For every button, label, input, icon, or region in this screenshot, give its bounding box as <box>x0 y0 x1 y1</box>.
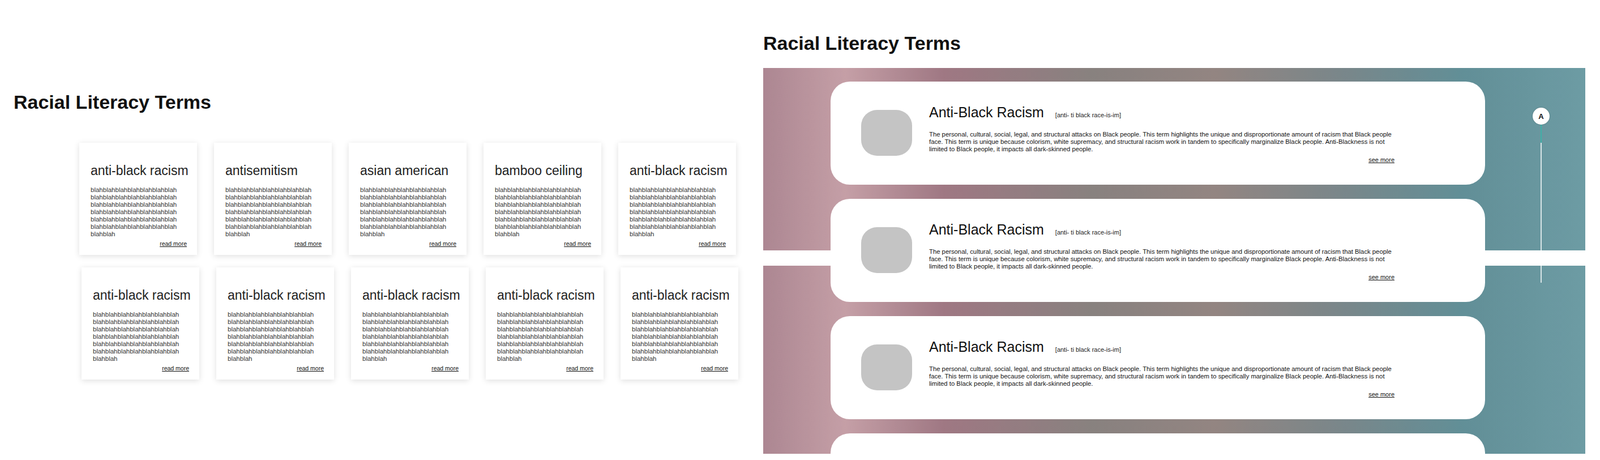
term-body: blahblahblahblahblahblahblahblahblahblah… <box>497 310 584 363</box>
term-body: blahblahblahblahblahblahblahblahblahblah… <box>225 186 312 238</box>
term-entry[interactable] <box>830 433 1486 454</box>
term-title: anti-black racism <box>90 163 187 179</box>
term-card[interactable]: antisemitism blahblahblahblahblahblahblah… <box>214 142 332 255</box>
term-entry[interactable]: Anti-Black Racism [anti- ti black race-is… <box>830 81 1486 185</box>
read-more-link[interactable]: read more <box>698 240 726 247</box>
term-card[interactable]: asian american blahblahblahblahblahblahbl… <box>348 142 467 255</box>
term-body: blahblahblahblahblahblahblahblahblahblah… <box>227 310 315 363</box>
term-title: anti-black racism <box>227 287 324 303</box>
term-title: anti-black racism <box>631 287 729 303</box>
term-body: blahblahblahblahblahblahblahblahblahblah… <box>90 186 178 238</box>
term-card[interactable]: anti-black racism blahblahblahblahblahbla… <box>351 267 469 380</box>
grid-view-panel: Racial Literacy Terms anti-black racism bl… <box>0 0 764 460</box>
term-title: Anti-Black Racism <box>929 221 1045 238</box>
term-title: asian american <box>360 163 457 179</box>
term-body: blahblahblahblahblahblahblahblahblahblah… <box>629 186 717 238</box>
read-more-link[interactable]: read more <box>159 240 187 247</box>
term-list: Anti-Black Racism [anti- ti black race-is… <box>763 67 1586 454</box>
page-title: Racial Literacy Terms <box>13 89 764 115</box>
page-title: Racial Literacy Terms <box>763 30 1600 56</box>
term-row: anti-black racism blahblahblahblahblahbla… <box>79 267 764 380</box>
term-text: Anti-Black Racism [anti- ti black race-is… <box>929 338 1395 398</box>
term-card[interactable]: anti-black racism blahblahblahblahblahbla… <box>620 267 739 380</box>
term-body: blahblahblahblahblahblahblahblahblahblah… <box>360 186 447 238</box>
term-image <box>861 344 913 391</box>
term-title: anti-black racism <box>92 287 190 303</box>
term-heading: Anti-Black Racism [anti- ti black race-is… <box>929 221 1395 238</box>
read-more-link[interactable]: read more <box>700 364 729 372</box>
term-entry[interactable]: Anti-Black Racism [anti- ti black race-is… <box>830 198 1486 302</box>
term-text: Anti-Black Racism [anti- ti black race-is… <box>929 221 1395 281</box>
term-row: anti-black racism blahblahblahblahblahbla… <box>79 142 764 255</box>
term-body: blahblahblahblahblahblahblahblahblahblah… <box>92 310 180 363</box>
list-view-panel: Racial Literacy Terms Anti-Black Racism [a… <box>763 0 1600 460</box>
term-grid: anti-black racism blahblahblahblahblahbla… <box>13 142 764 380</box>
term-card[interactable]: anti-black racism blahblahblahblahblahbla… <box>618 142 737 255</box>
alphabet-scroll-track[interactable] <box>1540 108 1542 283</box>
term-card[interactable]: anti-black racism blahblahblahblahblahbla… <box>79 142 198 255</box>
term-image <box>861 227 913 273</box>
term-card[interactable]: anti-black racism blahblahblahblahblahbla… <box>81 267 200 380</box>
read-more-link[interactable]: read more <box>429 240 457 247</box>
term-heading: Anti-Black Racism [anti- ti black race-is… <box>929 104 1395 121</box>
term-body: blahblahblahblahblahblahblahblahblahblah… <box>631 310 719 363</box>
term-title: Anti-Black Racism <box>929 104 1045 121</box>
read-more-link[interactable]: read more <box>566 364 594 372</box>
term-title: anti-black racism <box>497 287 594 303</box>
term-card[interactable]: anti-black racism blahblahblahblahblahbla… <box>485 267 604 380</box>
term-body: blahblahblahblahblahblahblahblahblahblah… <box>494 186 582 238</box>
read-more-link[interactable]: read more <box>431 364 459 372</box>
term-pronunciation: [anti- ti black race-is-im] <box>1055 228 1122 236</box>
term-pronunciation: [anti- ti black race-is-im] <box>1055 111 1122 119</box>
term-title: anti-black racism <box>629 163 726 179</box>
term-title: bamboo ceiling <box>494 163 592 179</box>
term-title: antisemitism <box>225 163 322 179</box>
read-more-link[interactable]: read more <box>294 240 322 247</box>
read-more-link[interactable]: read more <box>296 364 324 372</box>
term-title: Anti-Black Racism <box>929 338 1045 355</box>
term-body: blahblahblahblahblahblahblahblahblahblah… <box>362 310 449 363</box>
alphabet-index-badge[interactable]: A <box>1532 107 1550 125</box>
read-more-link[interactable]: read more <box>161 364 190 372</box>
term-heading: Anti-Black Racism [anti- ti black race-is… <box>929 338 1395 355</box>
read-more-link[interactable]: read more <box>563 240 592 247</box>
term-image <box>861 109 913 156</box>
term-definition: The personal, cultural, social, legal, a… <box>929 130 1395 153</box>
term-definition: The personal, cultural, social, legal, a… <box>929 365 1395 388</box>
see-more-link[interactable]: see more <box>1368 390 1395 398</box>
term-text: Anti-Black Racism [anti- ti black race-is… <box>929 104 1395 164</box>
term-card[interactable]: bamboo ceiling blahblahblahblahblahblahbl… <box>483 142 602 255</box>
term-title: anti-black racism <box>362 287 459 303</box>
term-pronunciation: [anti- ti black race-is-im] <box>1055 345 1122 353</box>
see-more-link[interactable]: see more <box>1368 156 1395 164</box>
see-more-link[interactable]: see more <box>1368 273 1395 281</box>
term-stage: Anti-Black Racism [anti- ti black race-is… <box>763 67 1586 454</box>
term-card[interactable]: anti-black racism blahblahblahblahblahbla… <box>216 267 335 380</box>
term-entry[interactable]: Anti-Black Racism [anti- ti black race-is… <box>830 315 1486 419</box>
term-definition: The personal, cultural, social, legal, a… <box>929 247 1395 271</box>
